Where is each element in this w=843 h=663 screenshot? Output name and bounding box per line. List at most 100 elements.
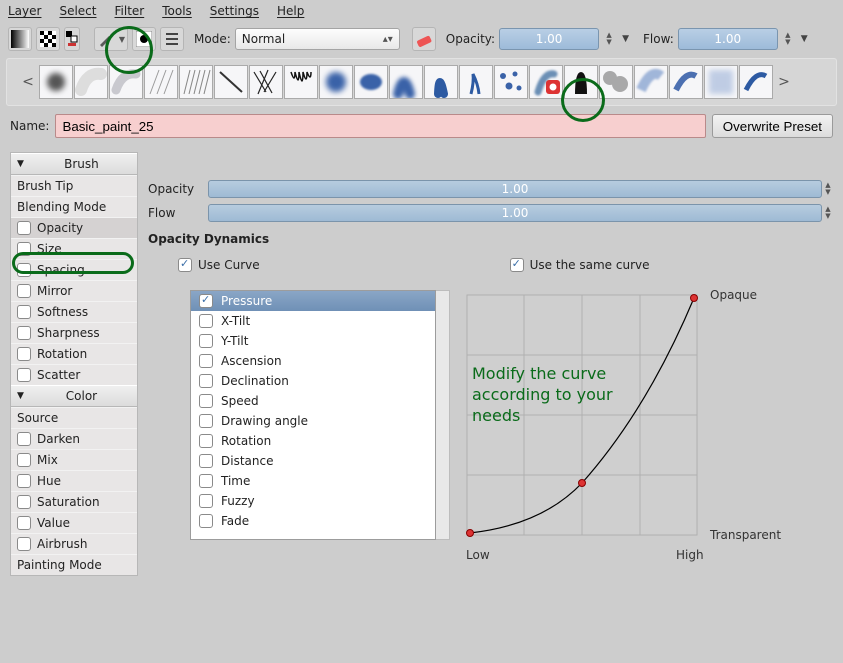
brush-preset[interactable] — [39, 65, 73, 99]
sidebar-item-value[interactable]: Value — [11, 512, 137, 533]
checkbox-icon[interactable] — [199, 294, 213, 308]
sidebar-item-opacity[interactable]: Opacity — [11, 217, 137, 238]
sidebar-item-sharpness[interactable]: Sharpness — [11, 322, 137, 343]
chevron-down-icon[interactable]: ▼ — [801, 34, 808, 44]
brush-preset[interactable] — [424, 65, 458, 99]
preset-next[interactable]: > — [775, 74, 793, 90]
opacity-bar[interactable]: 1.00 — [499, 28, 599, 50]
sidebar-item-mix[interactable]: Mix — [11, 449, 137, 470]
checkbox-icon[interactable] — [17, 474, 31, 488]
checkbox-icon[interactable] — [17, 242, 31, 256]
checkbox-icon[interactable] — [199, 494, 213, 508]
mode-select[interactable]: Normal ▴▾ — [235, 28, 400, 50]
brush-section-header[interactable]: ▼ Brush — [11, 153, 137, 175]
sidebar-item-spacing[interactable]: Spacing — [11, 259, 137, 280]
sensor-item-ascension[interactable]: Ascension — [191, 351, 435, 371]
sidebar-item-scatter[interactable]: Scatter — [11, 364, 137, 385]
menu-tools[interactable]: Tools — [162, 4, 192, 18]
flow-spinner[interactable]: ▲▼ — [783, 32, 793, 46]
preset-name-input[interactable] — [55, 114, 705, 138]
eraser-tool-icon[interactable] — [412, 27, 436, 51]
menu-settings[interactable]: Settings — [210, 4, 259, 18]
brush-preset[interactable] — [109, 65, 143, 99]
chevron-down-icon[interactable]: ▼ — [622, 34, 629, 44]
checkbox-icon[interactable] — [199, 474, 213, 488]
sensor-item-pressure[interactable]: Pressure — [191, 291, 435, 311]
checkbox-icon[interactable] — [199, 334, 213, 348]
color-box-icon[interactable] — [132, 27, 156, 51]
checkbox-icon[interactable] — [199, 374, 213, 388]
opacity-spinner[interactable]: ▲▼ — [604, 32, 614, 46]
brush-preset[interactable] — [634, 65, 668, 99]
sensor-item-xtilt[interactable]: X-Tilt — [191, 311, 435, 331]
overwrite-preset-button[interactable]: Overwrite Preset — [712, 114, 833, 138]
brush-preset[interactable] — [389, 65, 423, 99]
checkbox-icon[interactable] — [17, 495, 31, 509]
sidebar-item-airbrush[interactable]: Airbrush — [11, 533, 137, 554]
checkbox-icon[interactable] — [17, 537, 31, 551]
sidebar-item-source[interactable]: Source — [11, 407, 137, 428]
checkbox-icon[interactable] — [17, 221, 31, 235]
brush-preset[interactable] — [144, 65, 178, 99]
brush-preset[interactable] — [249, 65, 283, 99]
checkbox-icon[interactable] — [199, 354, 213, 368]
brush-preset[interactable] — [739, 65, 773, 99]
sensor-item-drawing-angle[interactable]: Drawing angle — [191, 411, 435, 431]
pattern-tool-icon[interactable] — [36, 27, 60, 51]
opacity-param-spinner[interactable]: ▲▼ — [823, 182, 833, 196]
sidebar-item-rotation[interactable]: Rotation — [11, 343, 137, 364]
sidebar-item-darken[interactable]: Darken — [11, 428, 137, 449]
checkbox-icon[interactable] — [17, 347, 31, 361]
preset-prev[interactable]: < — [19, 74, 37, 90]
checkbox-icon[interactable] — [199, 314, 213, 328]
brush-preset[interactable] — [494, 65, 528, 99]
sidebar-item-saturation[interactable]: Saturation — [11, 491, 137, 512]
sidebar-item-size[interactable]: Size — [11, 238, 137, 259]
sensor-item-time[interactable]: Time — [191, 471, 435, 491]
menu-filter[interactable]: Filter — [115, 4, 145, 18]
sidebar-item-painting-mode[interactable]: Painting Mode — [11, 554, 137, 575]
checkbox-icon[interactable] — [17, 432, 31, 446]
checkbox-icon[interactable] — [199, 414, 213, 428]
sensor-scrollbar[interactable] — [436, 290, 450, 540]
checkbox-icon[interactable] — [17, 284, 31, 298]
sensor-item-distance[interactable]: Distance — [191, 451, 435, 471]
sensor-item-rotation[interactable]: Rotation — [191, 431, 435, 451]
sidebar-item-brush-tip[interactable]: Brush Tip — [11, 175, 137, 196]
sensor-item-ytilt[interactable]: Y-Tilt — [191, 331, 435, 351]
sensor-item-speed[interactable]: Speed — [191, 391, 435, 411]
use-same-curve-checkbox[interactable]: Use the same curve — [510, 258, 650, 272]
sidebar-item-hue[interactable]: Hue — [11, 470, 137, 491]
checkbox-icon[interactable] — [17, 263, 31, 277]
checkbox-icon[interactable] — [199, 514, 213, 528]
curve-editor[interactable]: Opaque Transparent Low High Modify the c… — [462, 290, 802, 543]
list-icon[interactable] — [160, 27, 184, 51]
brush-preset[interactable] — [704, 65, 738, 99]
swatch-tool-icon[interactable] — [64, 27, 80, 51]
sidebar-item-mirror[interactable]: Mirror — [11, 280, 137, 301]
checkbox-icon[interactable] — [199, 434, 213, 448]
opacity-param-bar[interactable]: 1.00 — [208, 180, 822, 198]
sensor-item-declination[interactable]: Declination — [191, 371, 435, 391]
menu-help[interactable]: Help — [277, 4, 304, 18]
brush-preset[interactable] — [74, 65, 108, 99]
checkbox-icon[interactable] — [17, 305, 31, 319]
brush-preset[interactable] — [319, 65, 353, 99]
checkbox-icon[interactable] — [17, 368, 31, 382]
brush-preset[interactable] — [564, 65, 598, 99]
flow-param-bar[interactable]: 1.00 — [208, 204, 822, 222]
brush-tool-button[interactable]: ▼ — [94, 27, 128, 51]
menu-layer[interactable]: Layer — [8, 4, 41, 18]
checkbox-icon[interactable] — [199, 394, 213, 408]
brush-preset[interactable] — [529, 65, 563, 99]
sensor-item-fade[interactable]: Fade — [191, 511, 435, 531]
brush-preset[interactable] — [214, 65, 248, 99]
menu-select[interactable]: Select — [59, 4, 96, 18]
sidebar-item-softness[interactable]: Softness — [11, 301, 137, 322]
brush-preset[interactable] — [599, 65, 633, 99]
checkbox-icon[interactable] — [17, 516, 31, 530]
color-section-header[interactable]: ▼ Color — [11, 385, 137, 407]
checkbox-icon[interactable] — [17, 326, 31, 340]
brush-preset[interactable] — [179, 65, 213, 99]
brush-preset[interactable] — [669, 65, 703, 99]
